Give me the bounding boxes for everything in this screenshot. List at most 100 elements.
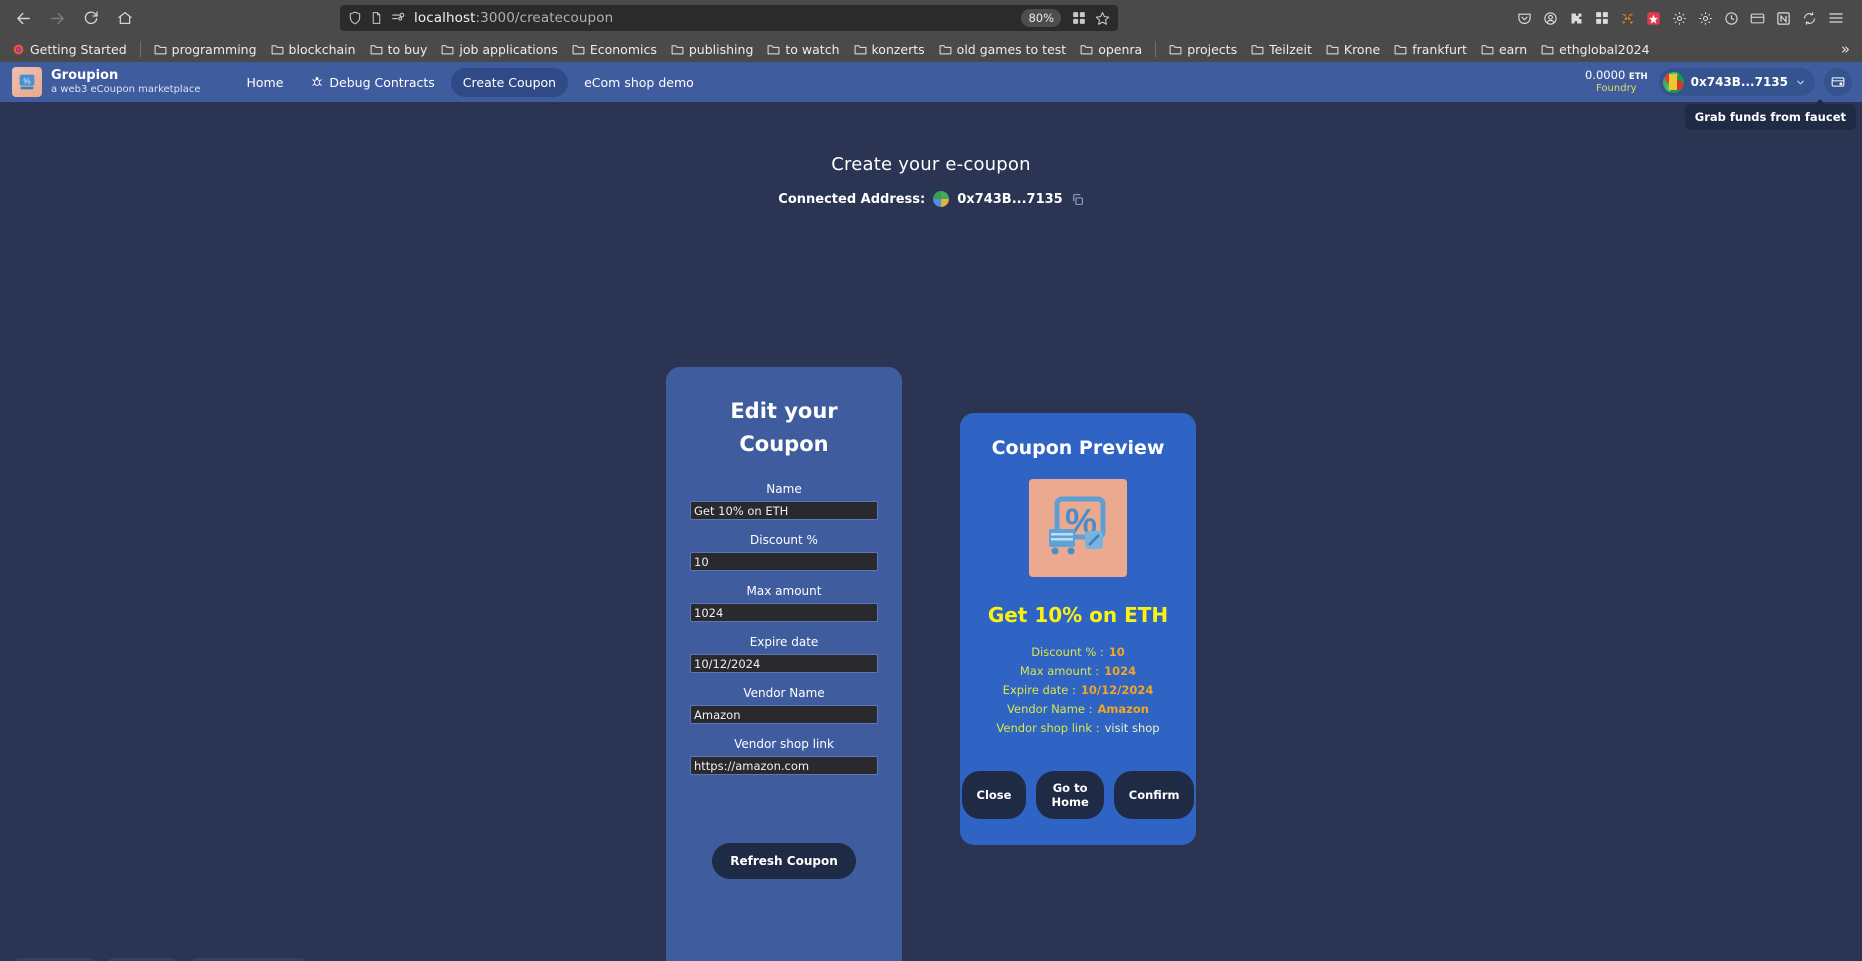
coupon-preview-card: Coupon Preview % Get 10% on ETH Discount… bbox=[960, 413, 1196, 845]
page-content: Create your e-coupon Connected Address: … bbox=[0, 102, 1862, 961]
bookmark-label: frankfurt bbox=[1412, 41, 1467, 57]
bookmark-item-frankfurt[interactable]: frankfurt bbox=[1388, 39, 1473, 60]
connected-address-row: Connected Address: 0x743B...7135 bbox=[0, 191, 1862, 207]
field-input-max-amount[interactable] bbox=[690, 603, 878, 623]
bookmark-item-openra[interactable]: openra bbox=[1074, 39, 1148, 60]
go-to-home-button[interactable]: Go to Home bbox=[1036, 771, 1104, 819]
browser-toolbar: localhost:3000/createcoupon 80% bbox=[0, 0, 1862, 36]
gear-icon-2[interactable] bbox=[1698, 11, 1713, 26]
wallet-address-dropdown[interactable]: 0x743B...7135 bbox=[1658, 68, 1815, 96]
nav-item-home[interactable]: Home bbox=[235, 68, 296, 97]
preview-shop-link[interactable]: visit shop bbox=[1105, 721, 1160, 735]
app-footer: 3127.87 Faucet Block Explorer bbox=[0, 951, 1862, 961]
notion-icon[interactable] bbox=[1776, 11, 1791, 26]
firefox-icon bbox=[12, 43, 25, 56]
bookmark-item-economics[interactable]: Economics bbox=[566, 39, 663, 60]
close-button[interactable]: Close bbox=[961, 771, 1027, 819]
connected-address-value: 0x743B...7135 bbox=[957, 191, 1063, 207]
wallet-card-icon[interactable] bbox=[1750, 11, 1765, 26]
faucet-tooltip: Grab funds from faucet bbox=[1684, 99, 1856, 130]
bookmark-label: old games to test bbox=[956, 41, 1067, 57]
metamask-icon[interactable] bbox=[1620, 11, 1635, 26]
clock-icon[interactable] bbox=[1724, 11, 1739, 26]
field-label-max-amount: Max amount bbox=[746, 584, 822, 599]
field-input-vendor-shop-link[interactable] bbox=[690, 756, 878, 776]
field-input-vendor-name[interactable] bbox=[690, 705, 878, 725]
field-input-discount[interactable] bbox=[690, 552, 878, 572]
field-label-expire-date: Expire date bbox=[749, 635, 819, 650]
grid-apps-icon[interactable] bbox=[1595, 11, 1609, 25]
nav-item-label: Create Coupon bbox=[462, 74, 557, 90]
preview-row-vendor-name: Vendor Name : Amazon bbox=[982, 702, 1174, 716]
zoom-level-badge[interactable]: 80% bbox=[1021, 9, 1061, 27]
bookmark-star-icon[interactable] bbox=[1095, 11, 1110, 26]
forward-button[interactable] bbox=[42, 4, 72, 32]
url-text[interactable]: localhost:3000/createcoupon bbox=[414, 10, 1013, 26]
bookmark-item-blockchain[interactable]: blockchain bbox=[265, 39, 362, 60]
permissions-icon[interactable] bbox=[391, 11, 406, 25]
bookmark-item-teilzeit[interactable]: Teilzeit bbox=[1245, 39, 1318, 60]
pocket-icon[interactable] bbox=[1517, 11, 1532, 26]
red-extension-icon[interactable] bbox=[1646, 11, 1661, 26]
bug-icon bbox=[311, 76, 323, 88]
bookmark-label: Economics bbox=[589, 41, 657, 57]
bookmark-item-konzerts[interactable]: konzerts bbox=[848, 39, 931, 60]
confirm-button[interactable]: Confirm bbox=[1113, 771, 1195, 819]
folder-icon bbox=[441, 43, 454, 55]
brand-tagline: a web3 eCoupon marketplace bbox=[51, 83, 201, 95]
nav-item-ecom-shop-demo[interactable]: eCom shop demo bbox=[572, 68, 706, 97]
url-host: localhost bbox=[414, 10, 476, 26]
header-right: 0.0000 ETH Foundry 0x743B...7135 bbox=[1585, 68, 1852, 96]
app-logo-icon: % bbox=[12, 67, 42, 97]
bookmark-label: earn bbox=[1498, 41, 1528, 57]
folder-icon bbox=[671, 43, 684, 55]
browser-extensions-area bbox=[1517, 10, 1854, 26]
brand[interactable]: % Groupion a web3 eCoupon marketplace bbox=[10, 67, 201, 97]
bookmark-item-job-applications[interactable]: job applications bbox=[435, 39, 564, 60]
page-info-icon[interactable] bbox=[370, 11, 383, 25]
account-icon[interactable] bbox=[1543, 11, 1558, 26]
extension-puzzle-icon[interactable] bbox=[1569, 11, 1584, 26]
copy-icon[interactable] bbox=[1071, 193, 1084, 206]
field-label-name: Name bbox=[766, 482, 802, 497]
shield-icon[interactable] bbox=[348, 11, 362, 25]
preview-row-value: 10/12/2024 bbox=[1080, 683, 1154, 697]
extensions-icon[interactable] bbox=[1072, 11, 1086, 25]
bookmark-item-programming[interactable]: programming bbox=[148, 39, 263, 60]
preview-row-label: Max amount : bbox=[1019, 664, 1100, 678]
home-button[interactable] bbox=[110, 4, 140, 32]
bookmark-label: to watch bbox=[785, 41, 840, 57]
nav-item-debug-contracts[interactable]: Debug Contracts bbox=[299, 68, 446, 97]
settings-gear-icon[interactable] bbox=[1672, 11, 1687, 26]
bookmark-item-to-watch[interactable]: to watch bbox=[761, 39, 845, 60]
edit-card-title: Edit your Coupon bbox=[730, 399, 838, 456]
reload-button[interactable] bbox=[76, 4, 106, 32]
address-bar[interactable]: localhost:3000/createcoupon 80% bbox=[340, 5, 1118, 31]
sync-icon[interactable] bbox=[1802, 11, 1817, 26]
bookmark-item-ethglobal2024[interactable]: ethglobal2024 bbox=[1535, 39, 1655, 60]
hamburger-menu-icon[interactable] bbox=[1828, 10, 1844, 26]
preview-row-value: Amazon bbox=[1097, 702, 1149, 716]
bookmark-item-earn[interactable]: earn bbox=[1475, 39, 1533, 60]
refresh-coupon-button[interactable]: Refresh Coupon bbox=[712, 843, 856, 880]
bookmark-item-getting-started[interactable]: Getting Started bbox=[6, 39, 133, 60]
faucet-button[interactable] bbox=[1824, 68, 1852, 96]
bookmark-item-publishing[interactable]: publishing bbox=[665, 39, 760, 60]
bookmark-item-to-buy[interactable]: to buy bbox=[364, 39, 434, 60]
bookmark-item-projects[interactable]: projects bbox=[1163, 39, 1243, 60]
panels-container: Edit your Coupon Name Discount % Max amoun… bbox=[0, 367, 1862, 961]
bookmark-label: Teilzeit bbox=[1269, 41, 1312, 57]
field-input-name[interactable] bbox=[690, 501, 878, 521]
folder-icon bbox=[1080, 43, 1093, 55]
back-button[interactable] bbox=[8, 4, 38, 32]
preview-row-label: Vendor Name : bbox=[1007, 702, 1093, 716]
folder-icon bbox=[154, 43, 167, 55]
wallet-balance[interactable]: 0.0000 ETH Foundry bbox=[1585, 68, 1650, 95]
bookmark-item-krone[interactable]: Krone bbox=[1320, 39, 1386, 60]
field-label-vendor-name: Vendor Name bbox=[743, 686, 825, 701]
bookmarks-overflow-button[interactable]: » bbox=[1841, 40, 1856, 58]
svg-text:%: % bbox=[23, 77, 31, 86]
bookmark-item-old-games-to-test[interactable]: old games to test bbox=[933, 39, 1073, 60]
nav-item-create-coupon[interactable]: Create Coupon bbox=[450, 67, 569, 97]
field-input-expire-date[interactable] bbox=[690, 654, 878, 674]
